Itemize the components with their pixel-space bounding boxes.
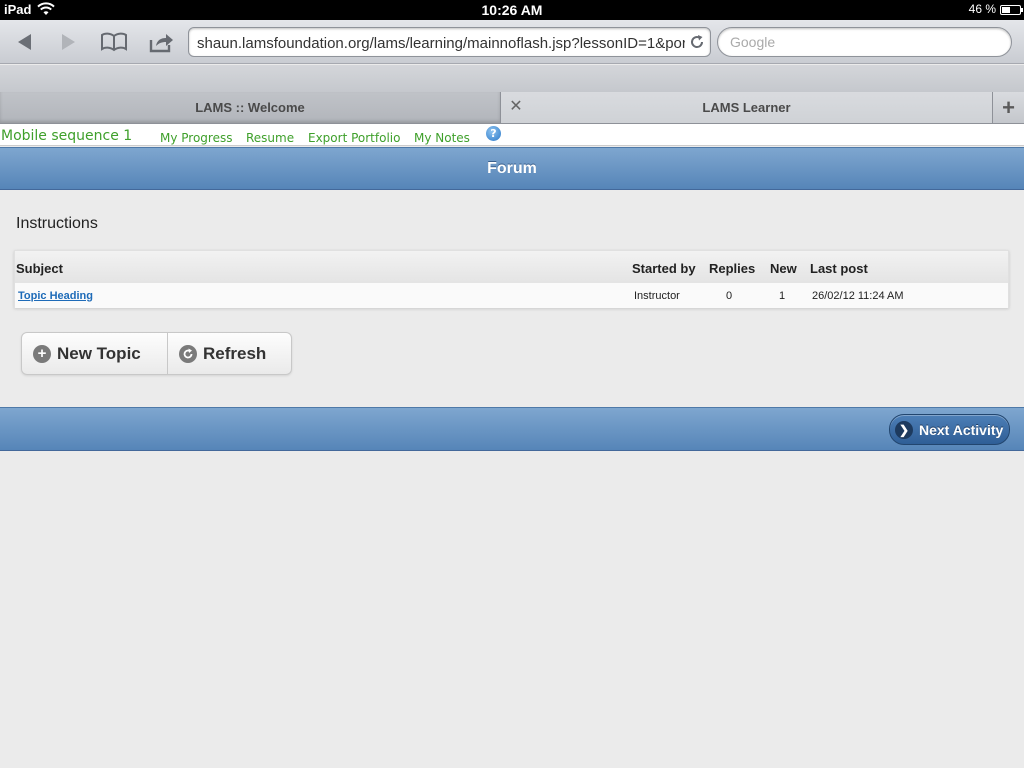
topic-link[interactable]: Topic Heading — [18, 290, 93, 302]
bookmarks-bar — [0, 65, 1024, 92]
back-icon — [18, 34, 31, 50]
page-title: Forum — [487, 160, 537, 177]
status-bar: iPad 10:26 AM 46 % — [0, 0, 1024, 20]
battery-level-fill — [1002, 7, 1010, 13]
share-button[interactable] — [145, 28, 177, 56]
tab-lams-welcome[interactable]: LAMS :: Welcome — [0, 92, 501, 123]
clock: 10:26 AM — [481, 2, 543, 18]
table-row: Topic Heading Instructor 0 1 26/02/12 11… — [15, 283, 1008, 308]
column-new[interactable]: New — [770, 261, 797, 276]
back-button[interactable] — [9, 28, 39, 56]
chevron-right-icon: ❯ — [895, 420, 913, 439]
column-subject[interactable]: Subject — [16, 261, 63, 276]
export-portfolio-link[interactable]: Export Portfolio — [308, 131, 400, 145]
search-field[interactable] — [717, 27, 1012, 57]
forward-icon — [62, 34, 75, 50]
column-replies[interactable]: Replies — [709, 261, 755, 276]
column-started-by[interactable]: Started by — [632, 261, 696, 276]
search-input[interactable] — [730, 33, 1000, 51]
next-activity-label: Next Activity — [919, 421, 1004, 438]
my-progress-link[interactable]: My Progress — [160, 131, 232, 145]
replies-cell: 0 — [726, 290, 733, 302]
resume-link[interactable]: Resume — [246, 131, 294, 145]
last-post-cell: 26/02/12 11:24 AM — [812, 290, 904, 302]
forum-header: Forum — [0, 147, 1024, 190]
new-tab-button[interactable]: + — [992, 92, 1024, 123]
new-cell: 1 — [779, 290, 786, 302]
bookmarks-button[interactable] — [98, 28, 130, 56]
footer-bar: ❯ Next Activity — [0, 407, 1024, 451]
battery-percent: 46 % — [968, 2, 996, 16]
share-icon — [149, 34, 173, 53]
refresh-icon — [179, 344, 197, 363]
new-topic-label: New Topic — [57, 343, 141, 363]
plus-icon: + — [1002, 94, 1015, 120]
battery-icon — [1000, 5, 1023, 15]
plus-circle-icon: + — [33, 344, 51, 363]
refresh-label: Refresh — [203, 343, 267, 363]
sequence-name: Mobile sequence 1 — [1, 128, 133, 144]
reload-icon[interactable] — [689, 34, 705, 50]
url-text: shaun.lamsfoundation.org/lams/learning/m… — [197, 35, 685, 52]
forward-button[interactable] — [54, 28, 84, 56]
started-by-cell: Instructor — [634, 290, 680, 302]
learner-navigation: Mobile sequence 1 My Progress Resume Exp… — [0, 124, 1024, 146]
browser-toolbar: shaun.lamsfoundation.org/lams/learning/m… — [0, 20, 1024, 64]
close-tab-icon[interactable]: ✕ — [508, 99, 524, 115]
tab-lams-learner[interactable]: LAMS Learner — [501, 92, 992, 123]
next-activity-button[interactable]: ❯ Next Activity — [889, 414, 1010, 445]
bookmarks-icon — [101, 32, 127, 52]
forum-actions: + New Topic Refresh — [21, 332, 292, 375]
table-header: Subject Started by Replies New Last post — [15, 251, 1008, 283]
tab-bar: LAMS :: Welcome LAMS Learner ✕ + — [0, 92, 1024, 124]
new-topic-button[interactable]: + New Topic — [22, 333, 168, 374]
column-last-post[interactable]: Last post — [810, 261, 868, 276]
refresh-button[interactable]: Refresh — [169, 333, 292, 374]
instructions-heading: Instructions — [16, 215, 98, 232]
help-icon[interactable]: ? — [486, 126, 501, 141]
my-notes-link[interactable]: My Notes — [414, 131, 470, 145]
topics-table: Subject Started by Replies New Last post… — [14, 250, 1009, 308]
address-bar[interactable]: shaun.lamsfoundation.org/lams/learning/m… — [188, 27, 711, 57]
